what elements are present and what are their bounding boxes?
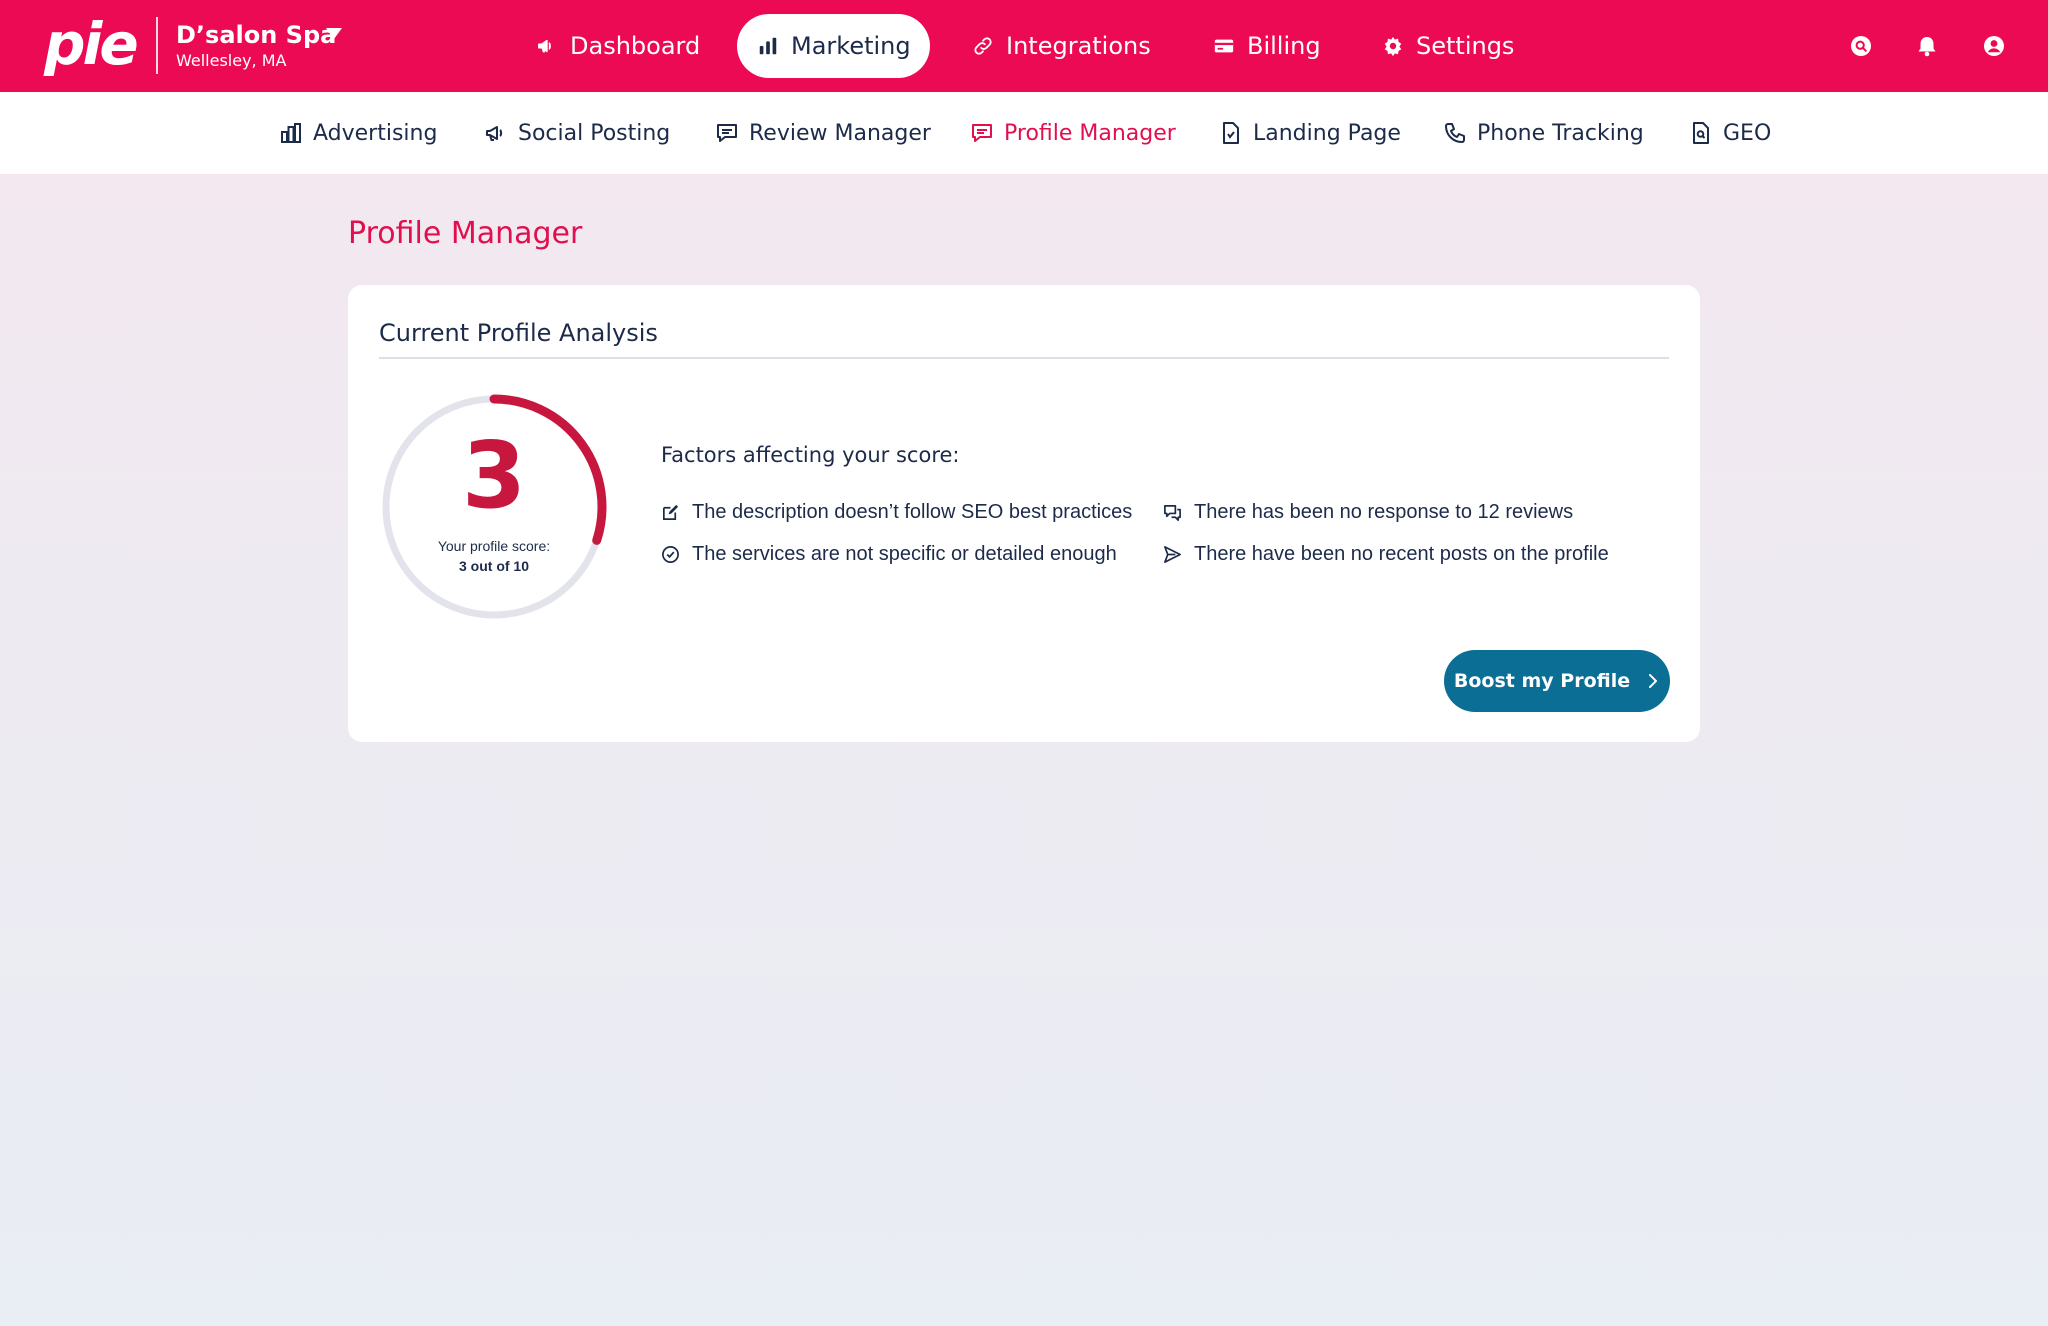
edit-icon (662, 504, 679, 520)
page-title: Profile Manager (348, 216, 583, 251)
factors-heading: Factors affecting your score: (661, 443, 960, 467)
search-icon[interactable] (1848, 33, 1874, 59)
chart-icon (281, 123, 301, 143)
profile-score-label: Your profile score: (437, 538, 551, 554)
document-icon (1223, 122, 1239, 144)
megaphone-icon (538, 39, 551, 53)
factor-item: The services are not specific or detaile… (661, 540, 1117, 568)
subnav-profile-manager[interactable]: Profile Manager (970, 116, 1176, 150)
link-icon (974, 37, 992, 55)
factor-text: The description doesn’t follow SEO best … (692, 500, 1133, 523)
subnav-geo[interactable]: GEO (1689, 116, 1771, 150)
marketing-subnav: Advertising Social Posting Review Manage… (0, 92, 2048, 174)
card-divider (379, 357, 1669, 359)
top-bar: pie D’salon Spa Wellesley, MA Dashboard … (0, 0, 2048, 92)
profile-analysis-card: Current Profile Analysis 3 Your profile … (348, 285, 1700, 742)
business-location: Wellesley, MA (176, 51, 287, 70)
bar-chart-icon (759, 37, 777, 55)
nav-settings-label: Settings (1416, 32, 1515, 60)
user-icon[interactable] (1981, 33, 2007, 59)
document-search-icon (1693, 122, 1709, 144)
pie-logo[interactable]: pie (44, 14, 139, 74)
chevron-right-icon (1649, 674, 1658, 688)
subnav-review-manager-label: Review Manager (749, 120, 931, 146)
subnav-phone-tracking-label: Phone Tracking (1477, 120, 1644, 146)
nav-settings[interactable]: Settings (1362, 14, 1534, 78)
subnav-review-manager[interactable]: Review Manager (715, 116, 931, 150)
subnav-advertising[interactable]: Advertising (279, 116, 437, 150)
gear-icon (1384, 36, 1402, 57)
boost-profile-button[interactable]: Boost my Profile (1444, 650, 1670, 712)
subnav-social-posting-label: Social Posting (518, 120, 671, 146)
megaphone-icon (486, 126, 503, 141)
subnav-geo-label: GEO (1723, 120, 1772, 146)
factor-text: There has been no response to 12 reviews (1194, 500, 1574, 523)
bell-icon[interactable] (1914, 33, 1940, 59)
chat-icon (717, 124, 737, 142)
chat-bubbles-icon (1164, 504, 1181, 521)
nav-integrations[interactable]: Integrations (952, 14, 1171, 78)
business-selector[interactable]: D’salon Spa Wellesley, MA (176, 20, 366, 76)
nav-dashboard-label: Dashboard (570, 32, 701, 60)
factor-text: The services are not specific or detaile… (692, 542, 1117, 565)
factor-text: There have been no recent posts on the p… (1194, 542, 1609, 565)
factor-item: The description doesn’t follow SEO best … (661, 498, 1132, 526)
profile-score-value: 3 (461, 422, 526, 529)
profile-score-gauge: 3 Your profile score: 3 out of 10 (379, 392, 609, 622)
subnav-phone-tracking[interactable]: Phone Tracking (1443, 116, 1644, 150)
chat-icon (972, 124, 992, 142)
nav-integrations-label: Integrations (1006, 32, 1151, 60)
subnav-profile-manager-label: Profile Manager (1004, 120, 1176, 146)
check-circle-icon (662, 545, 679, 563)
profile-score-sub: 3 out of 10 (458, 558, 529, 574)
caret-down-icon[interactable] (326, 28, 342, 39)
factor-item: There has been no response to 12 reviews (1163, 498, 1573, 526)
brand-divider (156, 17, 158, 74)
nav-marketing-label: Marketing (791, 32, 911, 60)
card-title: Current Profile Analysis (379, 319, 658, 347)
boost-profile-label: Boost my Profile (1453, 670, 1631, 692)
nav-billing-label: Billing (1247, 32, 1321, 60)
credit-card-icon (1214, 39, 1234, 53)
phone-icon (1445, 123, 1465, 143)
subnav-landing-page[interactable]: Landing Page (1219, 116, 1401, 150)
subnav-social-posting[interactable]: Social Posting (484, 116, 670, 150)
nav-dashboard[interactable]: Dashboard (516, 14, 720, 78)
nav-billing[interactable]: Billing (1193, 14, 1341, 78)
nav-marketing[interactable]: Marketing (737, 14, 930, 78)
factor-item: There have been no recent posts on the p… (1163, 540, 1609, 568)
send-icon (1164, 545, 1181, 563)
subnav-landing-page-label: Landing Page (1253, 120, 1401, 146)
subnav-advertising-label: Advertising (313, 120, 438, 146)
